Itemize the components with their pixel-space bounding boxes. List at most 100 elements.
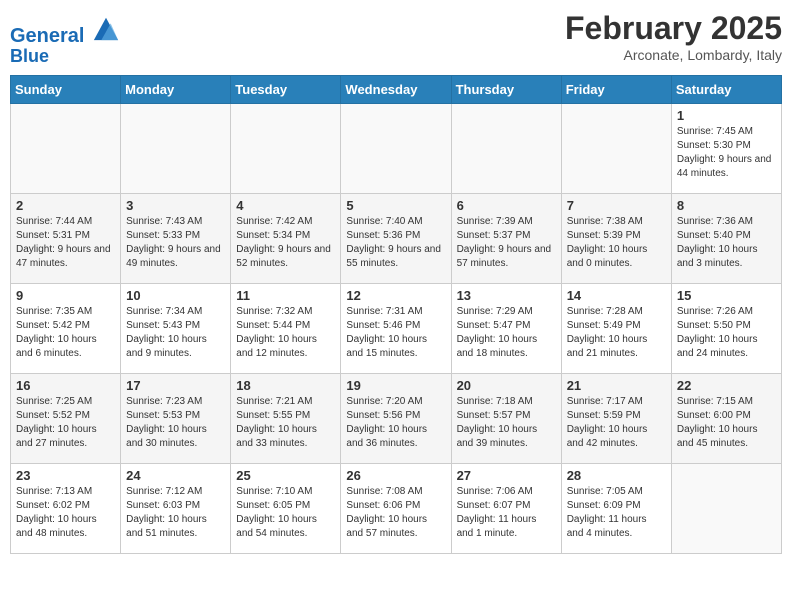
day-number: 15: [677, 288, 776, 303]
calendar-cell: 24Sunrise: 7:12 AM Sunset: 6:03 PM Dayli…: [121, 463, 231, 553]
day-number: 22: [677, 378, 776, 393]
weekday-header-row: SundayMondayTuesdayWednesdayThursdayFrid…: [11, 75, 782, 103]
day-info: Sunrise: 7:10 AM Sunset: 6:05 PM Dayligh…: [236, 485, 335, 541]
day-number: 20: [457, 378, 556, 393]
day-info: Sunrise: 7:35 AM Sunset: 5:42 PM Dayligh…: [16, 305, 115, 361]
day-info: Sunrise: 7:25 AM Sunset: 5:52 PM Dayligh…: [16, 395, 115, 451]
calendar-cell: 12Sunrise: 7:31 AM Sunset: 5:46 PM Dayli…: [341, 283, 451, 373]
day-number: 12: [346, 288, 445, 303]
day-info: Sunrise: 7:36 AM Sunset: 5:40 PM Dayligh…: [677, 215, 776, 271]
day-number: 18: [236, 378, 335, 393]
calendar-cell: [121, 103, 231, 193]
calendar-cell: 15Sunrise: 7:26 AM Sunset: 5:50 PM Dayli…: [671, 283, 781, 373]
calendar-cell: 5 Sunrise: 7:40 AM Sunset: 5:36 PM Daylig…: [341, 193, 451, 283]
day-info: Sunrise: 7:34 AM Sunset: 5:43 PM Dayligh…: [126, 305, 225, 361]
day-number: 4: [236, 198, 335, 213]
page-header: General Blue February 2025 Arconate, Lom…: [10, 10, 782, 67]
day-number: 5: [346, 198, 445, 213]
calendar-cell: 23 Sunrise: 7:13 AM Sunset: 6:02 PM Dayli…: [11, 463, 121, 553]
calendar-cell: [341, 103, 451, 193]
calendar-cell: 9 Sunrise: 7:35 AM Sunset: 5:42 PM Daylig…: [11, 283, 121, 373]
day-number: 7: [567, 198, 666, 213]
weekday-header: Tuesday: [231, 75, 341, 103]
logo-general: General: [10, 25, 84, 47]
day-number: 25: [236, 468, 335, 483]
day-info: Sunrise: 7:05 AM Sunset: 6:09 PM Dayligh…: [567, 485, 666, 541]
calendar-cell: [231, 103, 341, 193]
calendar-cell: [671, 463, 781, 553]
day-info: Sunrise: 7:43 AM Sunset: 5:33 PM Dayligh…: [126, 215, 225, 271]
calendar-cell: 19 Sunrise: 7:20 AM Sunset: 5:56 PM Dayli…: [341, 373, 451, 463]
day-number: 2: [16, 198, 115, 213]
weekday-header: Saturday: [671, 75, 781, 103]
calendar-cell: 7 Sunrise: 7:38 AM Sunset: 5:39 PM Daylig…: [561, 193, 671, 283]
calendar-cell: 18 Sunrise: 7:21 AM Sunset: 5:55 PM Dayli…: [231, 373, 341, 463]
weekday-header: Sunday: [11, 75, 121, 103]
day-number: 11: [236, 288, 335, 303]
calendar-cell: 4 Sunrise: 7:42 AM Sunset: 5:34 PM Daylig…: [231, 193, 341, 283]
calendar-cell: 3 Sunrise: 7:43 AM Sunset: 5:33 PM Daylig…: [121, 193, 231, 283]
day-info: Sunrise: 7:45 AM Sunset: 5:30 PM Dayligh…: [677, 125, 776, 181]
day-number: 17: [126, 378, 225, 393]
day-number: 9: [16, 288, 115, 303]
day-info: Sunrise: 7:32 AM Sunset: 5:44 PM Dayligh…: [236, 305, 335, 361]
day-info: Sunrise: 7:29 AM Sunset: 5:47 PM Dayligh…: [457, 305, 556, 361]
day-info: Sunrise: 7:08 AM Sunset: 6:06 PM Dayligh…: [346, 485, 445, 541]
calendar-cell: 6 Sunrise: 7:39 AM Sunset: 5:37 PM Daylig…: [451, 193, 561, 283]
calendar-cell: 25 Sunrise: 7:10 AM Sunset: 6:05 PM Dayli…: [231, 463, 341, 553]
day-number: 23: [16, 468, 115, 483]
calendar-cell: 27Sunrise: 7:06 AM Sunset: 6:07 PM Dayli…: [451, 463, 561, 553]
calendar-cell: [561, 103, 671, 193]
day-number: 21: [567, 378, 666, 393]
day-info: Sunrise: 7:38 AM Sunset: 5:39 PM Dayligh…: [567, 215, 666, 271]
calendar-cell: 26 Sunrise: 7:08 AM Sunset: 6:06 PM Dayli…: [341, 463, 451, 553]
calendar-week-row: 2 Sunrise: 7:44 AM Sunset: 5:31 PM Daylig…: [11, 193, 782, 283]
calendar-cell: 2 Sunrise: 7:44 AM Sunset: 5:31 PM Daylig…: [11, 193, 121, 283]
day-number: 1: [677, 108, 776, 123]
day-info: Sunrise: 7:21 AM Sunset: 5:55 PM Dayligh…: [236, 395, 335, 451]
calendar-cell: 14 Sunrise: 7:28 AM Sunset: 5:49 PM Dayli…: [561, 283, 671, 373]
day-number: 16: [16, 378, 115, 393]
calendar-week-row: 16 Sunrise: 7:25 AM Sunset: 5:52 PM Dayli…: [11, 373, 782, 463]
calendar-cell: 1 Sunrise: 7:45 AM Sunset: 5:30 PM Daylig…: [671, 103, 781, 193]
calendar-cell: 20 Sunrise: 7:18 AM Sunset: 5:57 PM Dayli…: [451, 373, 561, 463]
day-info: Sunrise: 7:40 AM Sunset: 5:36 PM Dayligh…: [346, 215, 445, 271]
day-number: 14: [567, 288, 666, 303]
calendar-cell: 10Sunrise: 7:34 AM Sunset: 5:43 PM Dayli…: [121, 283, 231, 373]
day-info: Sunrise: 7:28 AM Sunset: 5:49 PM Dayligh…: [567, 305, 666, 361]
calendar-cell: [11, 103, 121, 193]
weekday-header: Monday: [121, 75, 231, 103]
day-info: Sunrise: 7:20 AM Sunset: 5:56 PM Dayligh…: [346, 395, 445, 451]
calendar-cell: 28Sunrise: 7:05 AM Sunset: 6:09 PM Dayli…: [561, 463, 671, 553]
day-info: Sunrise: 7:18 AM Sunset: 5:57 PM Dayligh…: [457, 395, 556, 451]
day-info: Sunrise: 7:39 AM Sunset: 5:37 PM Dayligh…: [457, 215, 556, 271]
day-number: 27: [457, 468, 556, 483]
logo-text: General: [10, 14, 120, 47]
day-number: 24: [126, 468, 225, 483]
logo-icon: [92, 14, 120, 42]
day-info: Sunrise: 7:44 AM Sunset: 5:31 PM Dayligh…: [16, 215, 115, 271]
day-number: 8: [677, 198, 776, 213]
location-subtitle: Arconate, Lombardy, Italy: [565, 47, 782, 63]
calendar-week-row: 9 Sunrise: 7:35 AM Sunset: 5:42 PM Daylig…: [11, 283, 782, 373]
day-number: 6: [457, 198, 556, 213]
day-number: 3: [126, 198, 225, 213]
calendar-cell: 21 Sunrise: 7:17 AM Sunset: 5:59 PM Dayli…: [561, 373, 671, 463]
weekday-header: Friday: [561, 75, 671, 103]
day-number: 19: [346, 378, 445, 393]
day-info: Sunrise: 7:23 AM Sunset: 5:53 PM Dayligh…: [126, 395, 225, 451]
weekday-header: Thursday: [451, 75, 561, 103]
calendar-cell: [451, 103, 561, 193]
day-info: Sunrise: 7:17 AM Sunset: 5:59 PM Dayligh…: [567, 395, 666, 451]
calendar-week-row: 23 Sunrise: 7:13 AM Sunset: 6:02 PM Dayli…: [11, 463, 782, 553]
calendar-cell: 8 Sunrise: 7:36 AM Sunset: 5:40 PM Daylig…: [671, 193, 781, 283]
day-info: Sunrise: 7:13 AM Sunset: 6:02 PM Dayligh…: [16, 485, 115, 541]
calendar-cell: 17 Sunrise: 7:23 AM Sunset: 5:53 PM Dayli…: [121, 373, 231, 463]
logo-blue: Blue: [10, 47, 120, 67]
day-info: Sunrise: 7:42 AM Sunset: 5:34 PM Dayligh…: [236, 215, 335, 271]
title-area: February 2025 Arconate, Lombardy, Italy: [565, 10, 782, 63]
day-number: 26: [346, 468, 445, 483]
calendar-cell: 11 Sunrise: 7:32 AM Sunset: 5:44 PM Dayli…: [231, 283, 341, 373]
calendar-table: SundayMondayTuesdayWednesdayThursdayFrid…: [10, 75, 782, 554]
calendar-cell: 16 Sunrise: 7:25 AM Sunset: 5:52 PM Dayli…: [11, 373, 121, 463]
